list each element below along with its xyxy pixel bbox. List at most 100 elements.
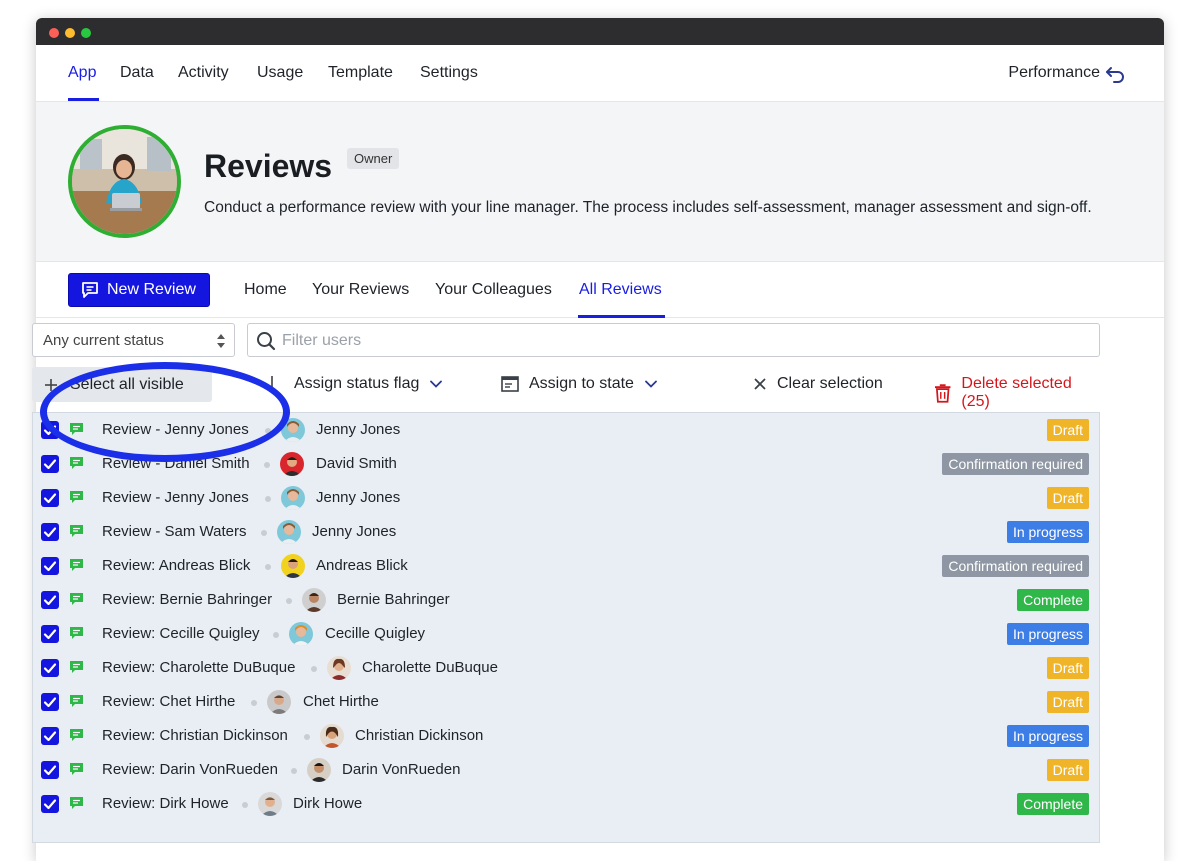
review-title[interactable]: Review: Christian Dickinson xyxy=(102,727,288,744)
chat-icon xyxy=(70,457,83,469)
chat-icon xyxy=(70,695,83,707)
new-review-button[interactable]: New Review xyxy=(68,273,210,307)
user-name: Jenny Jones xyxy=(316,421,401,438)
topnav-item-usage[interactable]: Usage xyxy=(257,64,303,82)
review-title[interactable]: Review: Chet Hirthe xyxy=(102,693,235,710)
list-item[interactable]: Review: Charolette DuBuque Charolette Du… xyxy=(33,651,1099,685)
user-name: Chet Hirthe xyxy=(303,693,379,710)
status-badge: Draft xyxy=(1046,487,1089,509)
select-all-visible-button[interactable]: Select all visible xyxy=(32,367,212,402)
list-item[interactable]: Review - Daniel Smith David Smith Confir… xyxy=(33,447,1099,481)
review-title[interactable]: Review - Daniel Smith xyxy=(102,455,250,472)
user-name: Cecille Quigley xyxy=(325,625,426,642)
search-icon xyxy=(257,332,276,351)
separator-dot xyxy=(264,462,270,468)
reviews-app-image xyxy=(68,125,181,238)
minimize-window-button[interactable] xyxy=(65,28,75,38)
row-checkbox[interactable] xyxy=(41,421,59,439)
page-title: Reviews xyxy=(204,148,333,184)
row-checkbox[interactable] xyxy=(41,523,59,541)
avatar xyxy=(267,690,291,714)
avatar xyxy=(327,656,351,680)
status-select[interactable]: Any current status xyxy=(32,323,235,357)
chat-icon xyxy=(70,797,83,809)
tab-home[interactable]: Home xyxy=(244,281,287,299)
sub-navigation: New Review Home Your Reviews Your Collea… xyxy=(36,262,1164,318)
plus-icon xyxy=(45,378,57,391)
row-checkbox[interactable] xyxy=(41,795,59,813)
row-checkbox[interactable] xyxy=(41,727,59,745)
status-badge: Draft xyxy=(1046,691,1089,713)
tab-your-reviews[interactable]: Your Reviews xyxy=(312,281,409,299)
topnav-item-template[interactable]: Template xyxy=(328,64,393,82)
return-arrow-icon[interactable] xyxy=(1104,63,1126,85)
row-checkbox[interactable] xyxy=(41,693,59,711)
trash-icon xyxy=(934,384,951,403)
user-name: Christian Dickinson xyxy=(355,727,484,744)
separator-dot xyxy=(304,734,310,740)
separator-dot xyxy=(265,496,271,502)
filter-users-field xyxy=(247,323,1100,357)
list-item[interactable]: Review - Jenny Jones Jenny Jones Draft xyxy=(33,481,1099,515)
row-checkbox[interactable] xyxy=(41,761,59,779)
review-title[interactable]: Review - Sam Waters xyxy=(102,523,246,540)
review-title[interactable]: Review: Cecille Quigley xyxy=(102,625,260,642)
review-title[interactable]: Review - Jenny Jones xyxy=(102,421,249,438)
row-checkbox[interactable] xyxy=(41,625,59,643)
review-title[interactable]: Review: Bernie Bahringer xyxy=(102,591,272,608)
review-title[interactable]: Review: Dirk Howe xyxy=(102,795,229,812)
avatar xyxy=(281,554,305,578)
list-item[interactable]: Review - Jenny Jones Jenny Jones Draft xyxy=(33,413,1099,447)
user-name: Bernie Bahringer xyxy=(337,591,450,608)
review-title[interactable]: Review - Jenny Jones xyxy=(102,489,249,506)
active-subtab-indicator xyxy=(578,315,665,318)
filter-users-input[interactable] xyxy=(282,330,1062,352)
chat-icon xyxy=(70,559,83,571)
reviews-list: Review - Jenny Jones Jenny Jones Draft R… xyxy=(32,412,1100,843)
avatar xyxy=(277,520,301,544)
tab-all-reviews[interactable]: All Reviews xyxy=(579,281,662,299)
review-title[interactable]: Review: Charolette DuBuque xyxy=(102,659,295,676)
review-title[interactable]: Review: Andreas Blick xyxy=(102,557,250,574)
row-checkbox[interactable] xyxy=(41,659,59,677)
avatar xyxy=(320,724,344,748)
status-badge: In progress xyxy=(1006,623,1089,645)
user-name: Jenny Jones xyxy=(312,523,397,540)
page-header: Reviews Owner Conduct a performance revi… xyxy=(36,102,1164,262)
row-checkbox[interactable] xyxy=(41,489,59,507)
list-item[interactable]: Review: Darin VonRueden Darin VonRueden … xyxy=(33,753,1099,787)
bulk-actions-bar: Select all visible Assign status flag As… xyxy=(32,367,1100,410)
avatar xyxy=(302,588,326,612)
topnav-item-activity[interactable]: Activity xyxy=(178,64,229,82)
tab-your-colleagues[interactable]: Your Colleagues xyxy=(435,281,552,299)
close-window-button[interactable] xyxy=(49,28,59,38)
list-item[interactable]: Review: Dirk Howe Dirk Howe Complete xyxy=(33,787,1099,821)
status-badge: Draft xyxy=(1046,419,1089,441)
row-checkbox[interactable] xyxy=(41,591,59,609)
assign-to-state-button[interactable]: Assign to state xyxy=(501,375,658,393)
list-item[interactable]: Review: Chet Hirthe Chet Hirthe Draft xyxy=(33,685,1099,719)
list-item[interactable]: Review: Christian Dickinson Christian Di… xyxy=(33,719,1099,753)
owner-badge: Owner xyxy=(347,148,400,169)
delete-selected-button[interactable]: Delete selected (25) xyxy=(934,375,1100,411)
top-navigation: App Data Activity Usage Template Setting… xyxy=(36,45,1164,102)
list-item[interactable]: Review - Sam Waters Jenny Jones In progr… xyxy=(33,515,1099,549)
zoom-window-button[interactable] xyxy=(81,28,91,38)
topnav-item-app[interactable]: App xyxy=(68,64,96,82)
assign-status-flag-button[interactable]: Assign status flag xyxy=(270,375,443,393)
row-checkbox[interactable] xyxy=(41,557,59,575)
topnav-item-data[interactable]: Data xyxy=(120,64,154,82)
list-item[interactable]: Review: Cecille Quigley Cecille Quigley … xyxy=(33,617,1099,651)
separator-dot xyxy=(291,768,297,774)
user-name: Darin VonRueden xyxy=(342,761,461,778)
list-item[interactable]: Review: Bernie Bahringer Bernie Bahringe… xyxy=(33,583,1099,617)
row-checkbox[interactable] xyxy=(41,455,59,473)
topnav-item-settings[interactable]: Settings xyxy=(420,64,478,82)
review-title[interactable]: Review: Darin VonRueden xyxy=(102,761,278,778)
performance-link[interactable]: Performance xyxy=(1008,64,1100,82)
list-item[interactable]: Review: Andreas Blick Andreas Blick Conf… xyxy=(33,549,1099,583)
separator-dot xyxy=(251,700,257,706)
clear-selection-button[interactable]: Clear selection xyxy=(753,375,883,393)
status-badge: Draft xyxy=(1046,657,1089,679)
page-description: Conduct a performance review with your l… xyxy=(204,199,1092,216)
